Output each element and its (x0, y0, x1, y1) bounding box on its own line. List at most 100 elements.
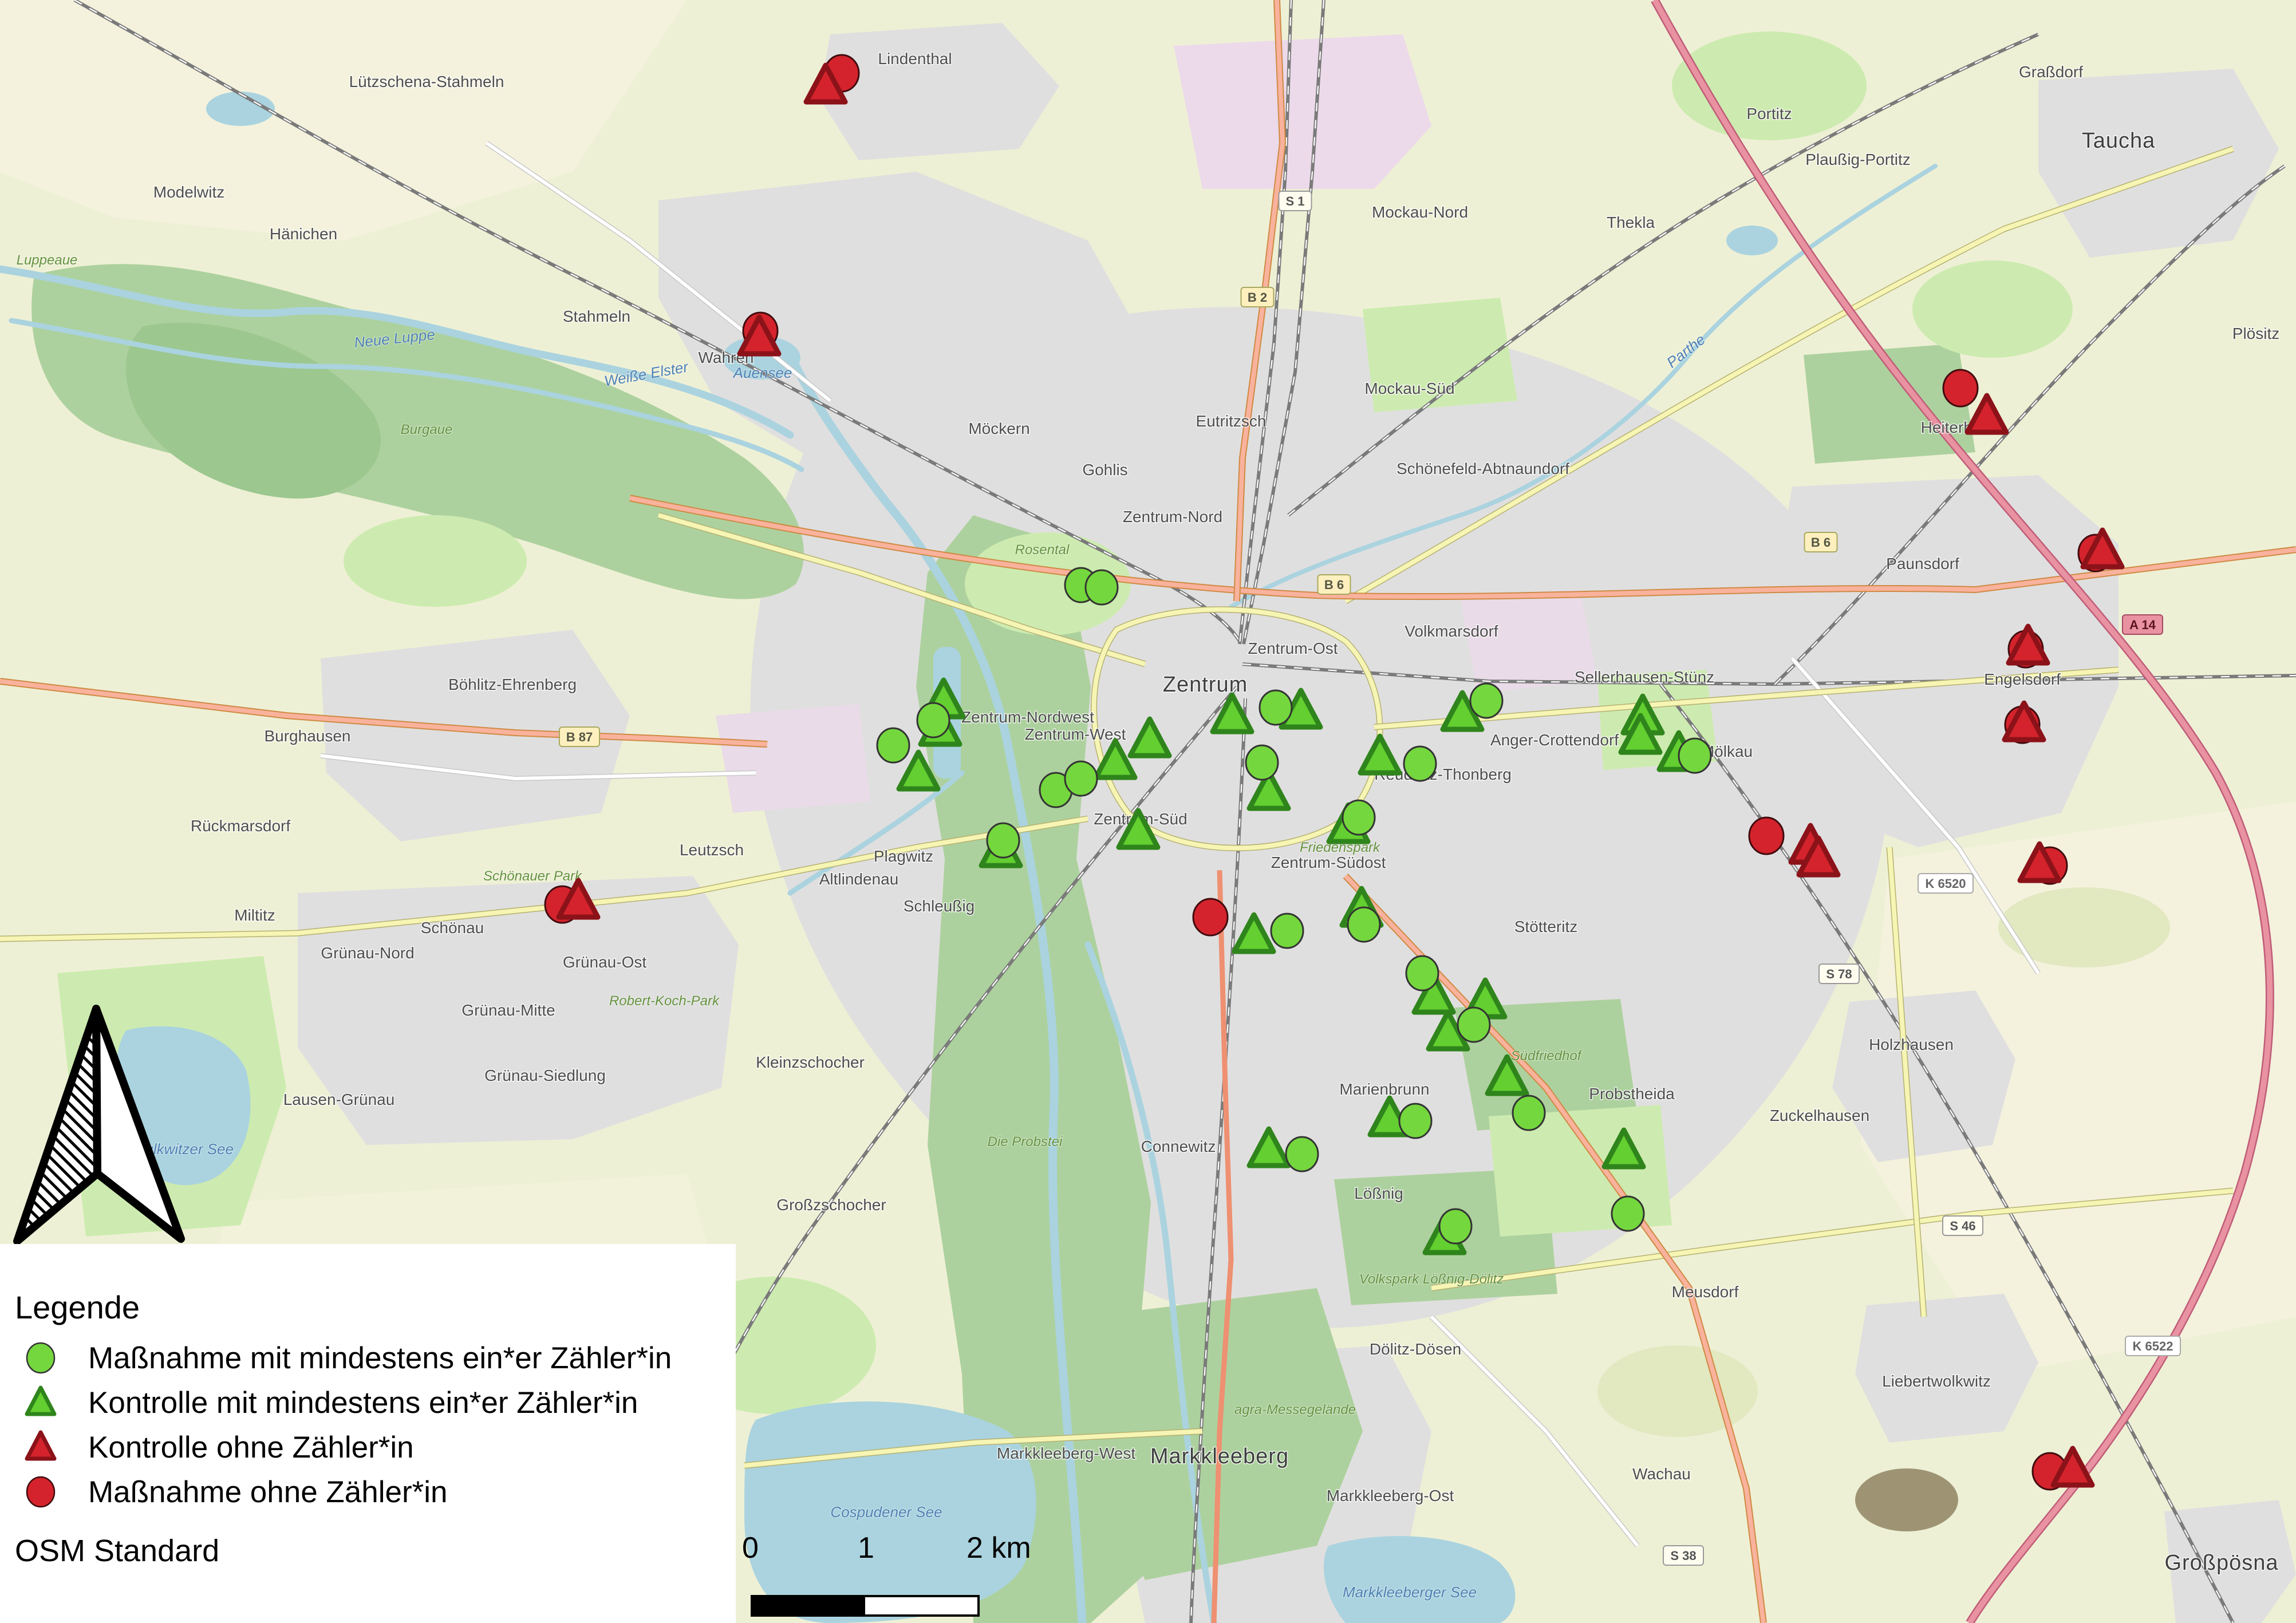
map-label: Lößnig (1354, 1184, 1403, 1202)
map-label: Markkleeberg (1150, 1444, 1289, 1468)
map-label: Zentrum-Nordwest (961, 708, 1094, 726)
marker-massnahme_mit[interactable] (1612, 1196, 1644, 1231)
marker-massnahme_mit[interactable] (1399, 1104, 1431, 1138)
map-label: Grünau-Siedlung (484, 1067, 606, 1084)
scalebar-bar-black-half (753, 1597, 865, 1614)
scalebar-label-1: 1 (858, 1531, 874, 1565)
road-shield-label: S 78 (1826, 967, 1852, 981)
marker-massnahme_mit[interactable] (1343, 800, 1375, 835)
legend-items: Maßnahme mit mindestens ein*er Zähler*in… (0, 1336, 736, 1514)
legend-symbol-circle (23, 1340, 58, 1376)
map-label: Gohlis (1082, 461, 1127, 479)
map-label: Plösitz (2232, 325, 2279, 342)
legend-item: Maßnahme mit mindestens ein*er Zähler*in (0, 1336, 736, 1380)
map-label: Leutzsch (680, 841, 744, 859)
legend-panel: Legende Maßnahme mit mindestens ein*er Z… (0, 1244, 736, 1623)
marker-massnahme_mit[interactable] (1086, 570, 1118, 605)
marker-massnahme_mit[interactable] (1348, 907, 1380, 942)
scalebar-label-0: 0 (742, 1531, 759, 1565)
marker-massnahme_mit[interactable] (1679, 739, 1711, 773)
marker-massnahme_ohne[interactable] (1749, 818, 1784, 854)
map-label: Zentrum-West (1025, 725, 1126, 743)
map-label: Taucha (2082, 129, 2156, 153)
map-label: Schönauer Park (483, 868, 583, 884)
map-label: Schleußig (904, 897, 975, 915)
map-label: Lausen-Grünau (283, 1091, 395, 1108)
map-label: Zentrum-Ost (1248, 639, 1338, 657)
map-canvas[interactable]: TauchaMarkkleebergMarkranstädtGroßpösnaZ… (0, 0, 2296, 1623)
marker-massnahme_mit[interactable] (1513, 1096, 1545, 1130)
marker-massnahme_mit[interactable] (987, 823, 1019, 858)
road-shield-label: S 1 (1285, 194, 1304, 208)
map-label: Meusdorf (1672, 1283, 1739, 1301)
legend-item-label: Maßnahme mit mindestens ein*er Zähler*in (88, 1341, 672, 1376)
road-shield-label: B 87 (566, 730, 593, 744)
marker-massnahme_mit[interactable] (1286, 1137, 1318, 1171)
map-label: Graßdorf (2019, 63, 2083, 81)
map-label: Burgaue (401, 422, 453, 437)
map-label: Miltitz (234, 906, 275, 924)
marker-massnahme_mit[interactable] (1065, 761, 1097, 796)
map-label: Luppeaue (17, 252, 78, 268)
road-shield-label: S 38 (1670, 1549, 1696, 1563)
legend-item-label: Maßnahme ohne Zähler*in (88, 1475, 448, 1510)
marker-massnahme_mit[interactable] (1260, 690, 1292, 725)
scalebar-label-2: 2 km (966, 1531, 1031, 1565)
legend-item: Kontrolle ohne Zähler*in (0, 1425, 736, 1470)
marker-massnahme_mit[interactable] (1470, 684, 1502, 718)
map-label: Zentrum-Südost (1271, 854, 1386, 871)
map-label: Dölitz-Dösen (1370, 1340, 1461, 1358)
road-shield-label: S 46 (1950, 1219, 1975, 1233)
map-label: Markkleeberg-West (997, 1444, 1135, 1462)
legend-item: Kontrolle mit mindestens ein*er Zähler*i… (0, 1380, 736, 1425)
map-label: Lindenthal (878, 50, 952, 68)
legend-basemap-label: OSM Standard (15, 1533, 219, 1569)
map-label: Connewitz (1141, 1138, 1216, 1155)
map-label: Großzschocher (776, 1196, 886, 1214)
map-label: Robert-Koch-Park (609, 993, 720, 1009)
marker-massnahme_ohne[interactable] (1943, 370, 1978, 406)
marker-massnahme_ohne[interactable] (1193, 899, 1228, 935)
map-label: Großpösna (2164, 1551, 2278, 1575)
legend-symbol-triangle (23, 1429, 58, 1465)
map-label: Schönau (421, 919, 484, 937)
map-label: Auensee (732, 364, 792, 381)
marker-massnahme_mit[interactable] (1246, 745, 1278, 780)
map-label: Cospudener See (830, 1503, 942, 1521)
map-label: Die Probstei (988, 1134, 1063, 1150)
marker-massnahme_mit[interactable] (1458, 1008, 1490, 1042)
map-label: Engelsdorf (1984, 670, 2061, 688)
map-label: Portitz (1746, 105, 1792, 123)
map-label: Holzhausen (1869, 1036, 1954, 1053)
map-label: Zuckelhausen (1770, 1107, 1869, 1124)
marker-massnahme_mit[interactable] (1439, 1209, 1472, 1243)
marker-massnahme_mit[interactable] (917, 703, 949, 737)
map-label: Mockau-Süd (1364, 380, 1454, 397)
map-label: Plaußig-Portitz (1805, 151, 1911, 168)
map-label: Rückmarsdorf (191, 817, 290, 835)
map-label: Paunsdorf (1886, 555, 1959, 572)
road-shield-label: A 14 (2129, 618, 2156, 632)
map-label: Eutritzsch (1196, 412, 1267, 430)
map-label: Stötteritz (1514, 918, 1577, 935)
map-label: Südfriedhof (1511, 1048, 1583, 1064)
map-label: Böhlitz-Ehrenberg (448, 676, 577, 693)
map-label: Thekla (1607, 214, 1655, 231)
map-label: Markkleeberger See (1343, 1583, 1477, 1601)
marker-massnahme_mit[interactable] (877, 728, 909, 763)
map-label: Mockau-Nord (1372, 203, 1468, 221)
legend-title: Legende (15, 1289, 140, 1326)
map-label: Liebertwolkwitz (1882, 1372, 1991, 1390)
map-label: Grünau-Nord (321, 944, 414, 962)
map-label: Grünau-Mitte (461, 1001, 555, 1019)
road-shield-label: B 6 (1811, 535, 1831, 550)
legend-item-label: Kontrolle mit mindestens ein*er Zähler*i… (88, 1385, 638, 1420)
map-label: Rosental (1015, 542, 1070, 558)
map-label: Zentrum (1163, 673, 1248, 697)
map-label: Anger-Crottendorf (1490, 731, 1619, 749)
road-shield-label: K 6520 (1926, 876, 1966, 891)
marker-massnahme_mit[interactable] (1271, 914, 1303, 948)
marker-massnahme_mit[interactable] (1404, 747, 1436, 781)
marker-massnahme_mit[interactable] (1406, 956, 1438, 990)
road-shield-label: B 6 (1324, 578, 1344, 592)
